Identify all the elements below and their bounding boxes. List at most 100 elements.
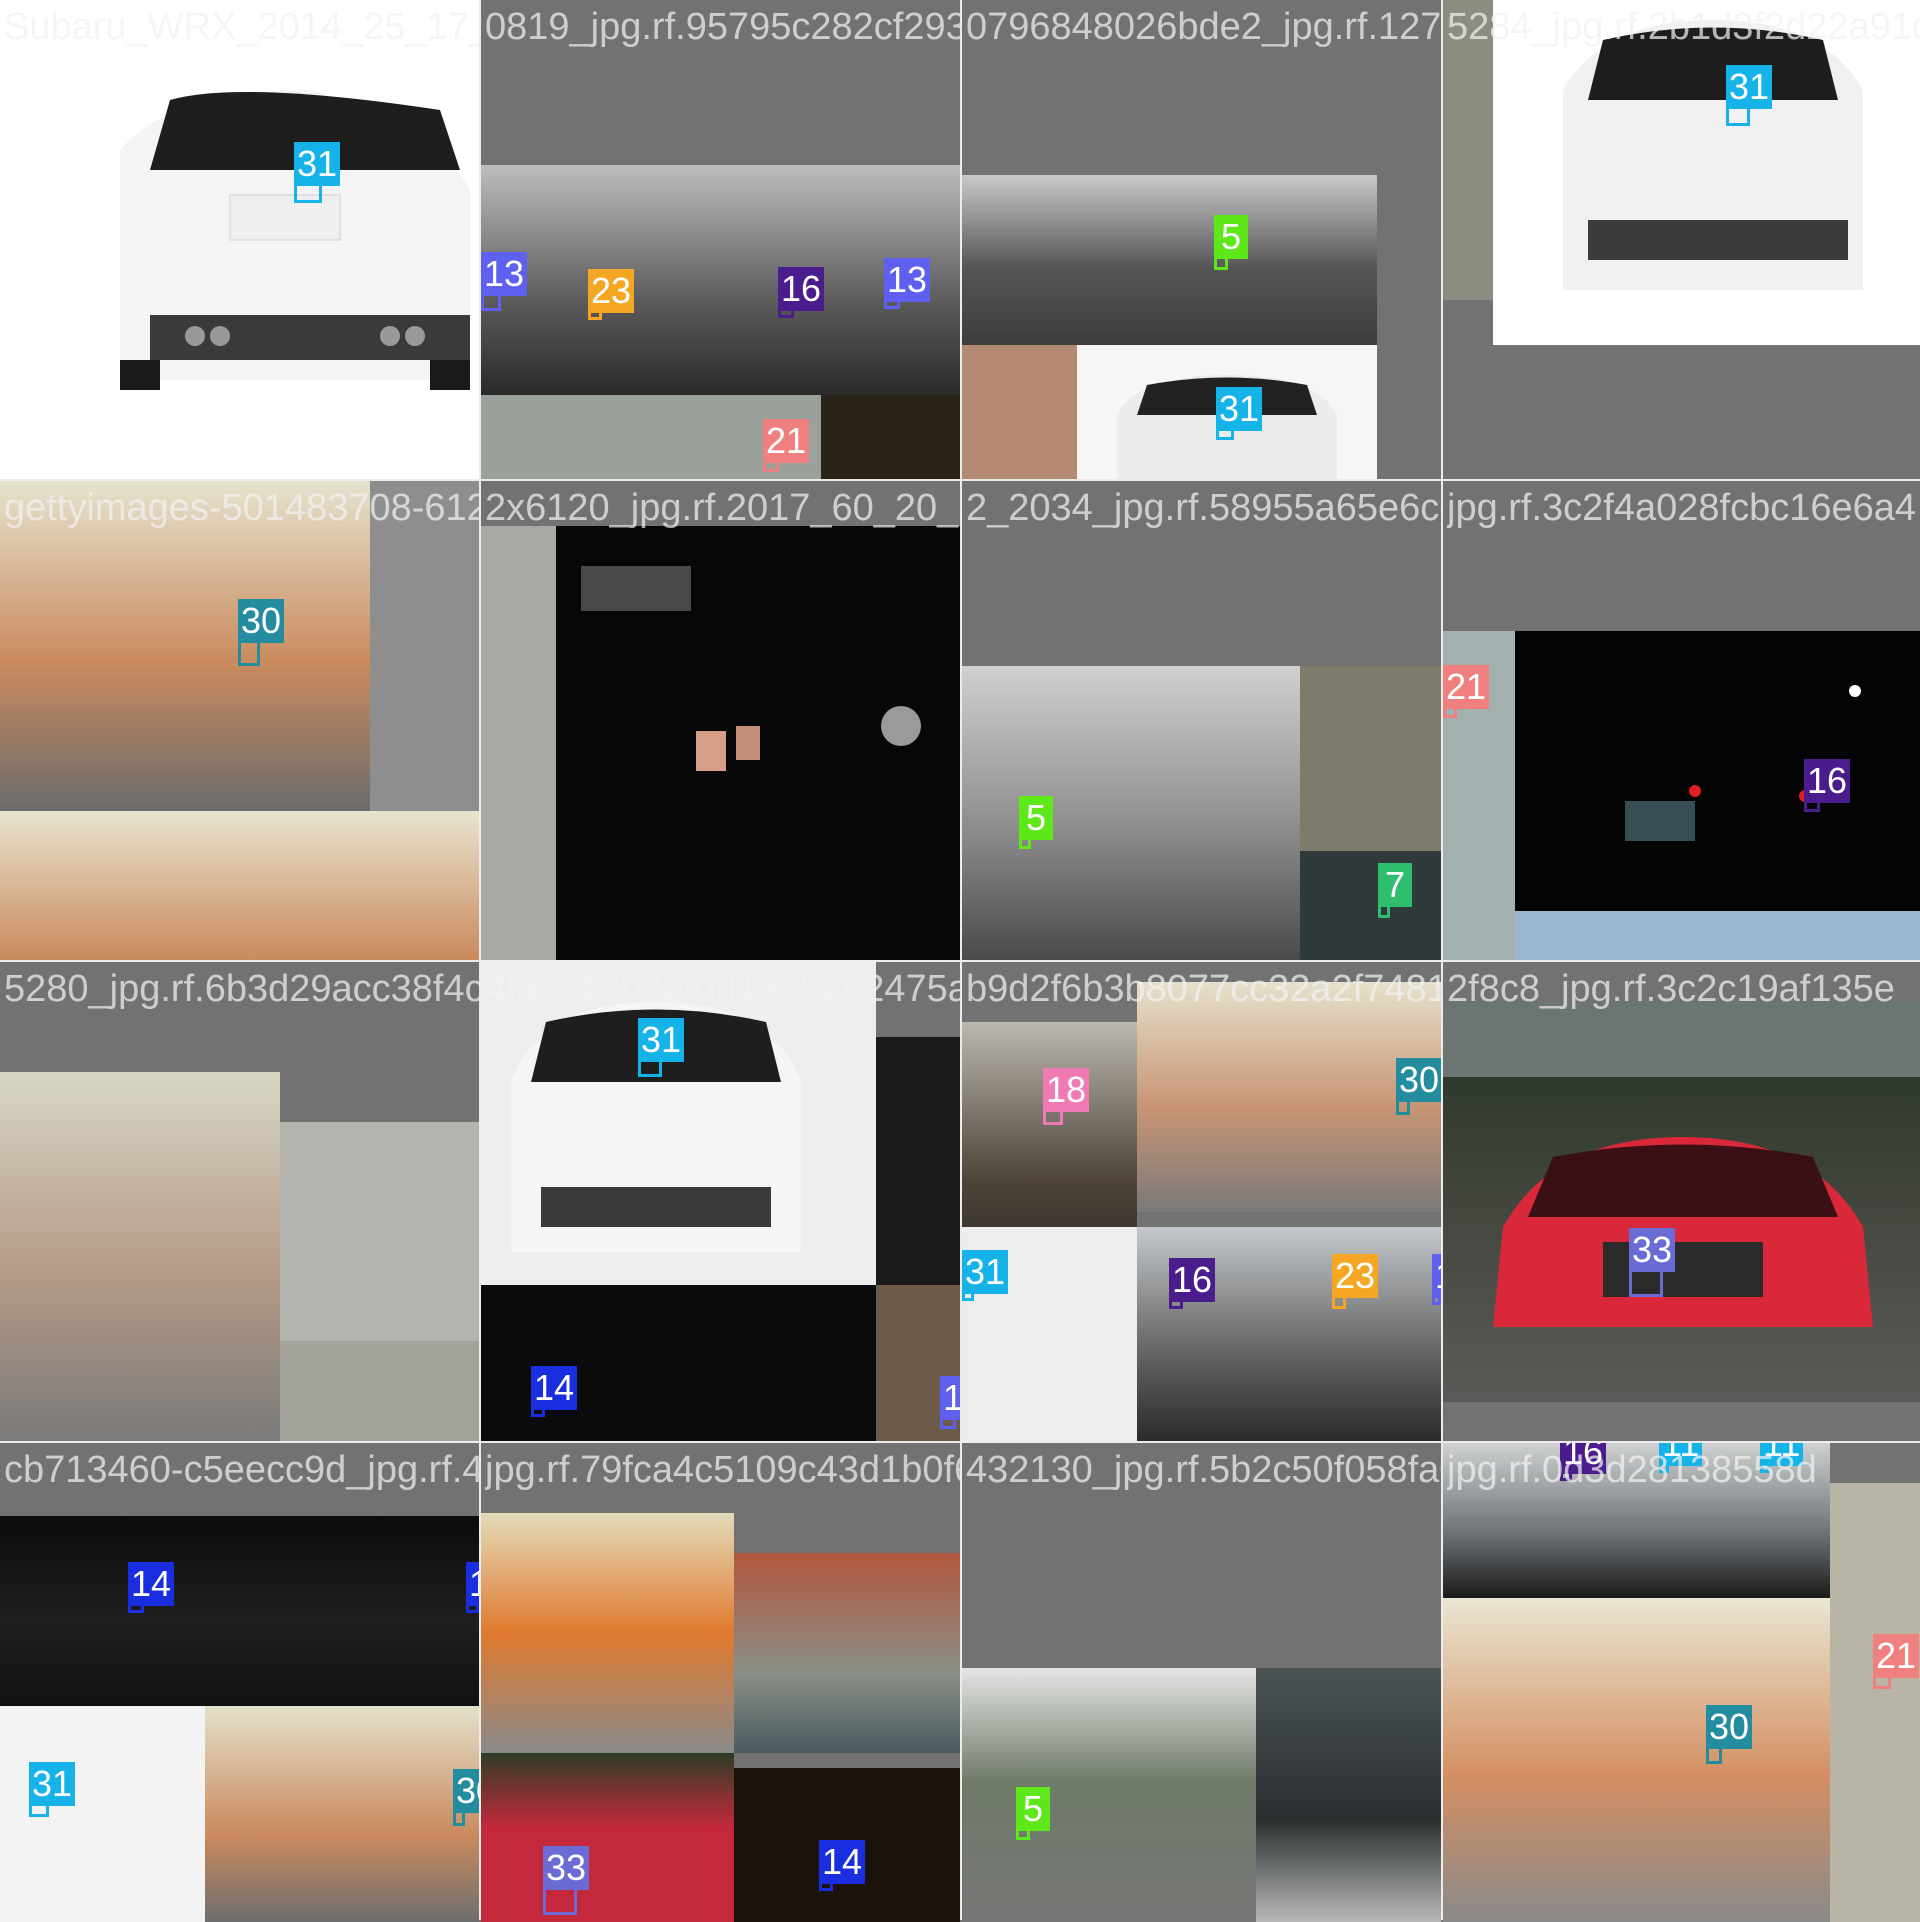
- detection-box: 5: [1016, 1787, 1050, 1840]
- detection-label: 16: [1169, 1258, 1216, 1302]
- night-traffic-image: [1625, 685, 1861, 841]
- mosaic-tile: 5 31 0796848026bde2_jpg.rf.1272f7c11d0d9…: [962, 0, 1441, 479]
- detection-box: 5: [1214, 215, 1248, 270]
- detection-label: 31: [29, 1762, 76, 1806]
- mosaic-tile: 16 11 11 30 21 jpg.rf.0d3d28138558d: [1443, 1443, 1920, 1922]
- detection-box: 13: [884, 258, 931, 309]
- detection-box: 11: [1760, 1443, 1804, 1473]
- detection-label: 11: [1760, 1443, 1804, 1466]
- detection-box: 13: [481, 252, 528, 311]
- detection-label: 14: [466, 1562, 479, 1606]
- detection-box: 14: [819, 1840, 866, 1891]
- scene-photo: [962, 666, 1300, 960]
- detection-label: 23: [1332, 1254, 1379, 1298]
- scene-photo: [370, 481, 479, 811]
- grid-divider: [0, 1441, 1920, 1443]
- detection-label: 5: [1016, 1787, 1050, 1831]
- red-sedan-front-image: [1493, 1137, 1873, 1327]
- detection-label: 30: [238, 599, 285, 643]
- scene-photo: [280, 1122, 479, 1341]
- detection-label: 31: [962, 1250, 1009, 1294]
- mosaic-tile: 31 Subaru_WRX_2014_25_17_290_25_4_f70_55…: [0, 0, 479, 479]
- mosaic-tile: 33 2f8c8_jpg.rf.3c2c19af135e: [1443, 962, 1920, 1441]
- detection-box: 30: [1706, 1705, 1753, 1764]
- detection-box: 13: [1432, 1254, 1441, 1305]
- detection-label: 21: [1443, 665, 1490, 709]
- detection-box: 16: [1560, 1443, 1607, 1481]
- detection-label: 5: [1019, 796, 1053, 840]
- scene-photo: [962, 1668, 1256, 1922]
- mosaic-tile: 31 14 13 4fa3c12b2bfdd19252e2475a: [481, 962, 960, 1441]
- scene-photo: [481, 1285, 876, 1441]
- detection-box: 31: [29, 1762, 76, 1817]
- mosaic-grid: 31 Subaru_WRX_2014_25_17_290_25_4_f70_55…: [0, 0, 1920, 1922]
- detection-box: 14: [531, 1366, 578, 1417]
- scene-photo: [962, 345, 1077, 479]
- detection-label: 30: [1706, 1705, 1753, 1749]
- detection-label: 31: [1216, 387, 1263, 431]
- scene-photo: [1515, 911, 1920, 960]
- scene-photo: [1493, 0, 1920, 345]
- scene-photo: [0, 0, 479, 479]
- detection-box: 31: [294, 142, 341, 203]
- detection-box: 31: [962, 1250, 1009, 1301]
- detection-box: 16: [1804, 759, 1851, 812]
- detection-box: 21: [763, 419, 810, 472]
- scene-photo: [280, 1341, 479, 1441]
- detection-box: 14: [128, 1562, 175, 1613]
- detection-box: 18: [1043, 1068, 1090, 1125]
- detection-label: 13: [884, 258, 931, 302]
- detection-label: 13: [940, 1376, 960, 1420]
- tile-filename: 432130_jpg.rf.5b2c50f058fa0e5f5695e00d: [966, 1449, 1441, 1491]
- detection-label: 33: [543, 1846, 590, 1890]
- tile-filename: 2_2034_jpg.rf.58955a65e6cddf20569f02ff10…: [966, 487, 1441, 529]
- mosaic-tile: 31 5284_jpg.rf.2b1d3f2d22a91d226af5: [1443, 0, 1920, 479]
- scene-photo: [0, 481, 370, 811]
- detection-label: 13: [1432, 1254, 1441, 1298]
- detection-box: 33: [1629, 1228, 1676, 1297]
- scene-photo: [876, 1037, 960, 1285]
- mosaic-tile: 14 14 31 30 cb713460-c5eecc9d_jpg.rf.472…: [0, 1443, 479, 1922]
- scene-photo: [481, 1753, 734, 1922]
- mosaic-tile: 33 14 jpg.rf.79fca4c5109c43d1b0f6651b5b2: [481, 1443, 960, 1922]
- scene-photo: [1443, 1002, 1920, 1077]
- detection-box: 7: [1378, 863, 1412, 918]
- scene-photo: [481, 526, 556, 960]
- detection-box: 30: [238, 599, 285, 666]
- tile-filename: 0819_jpg.rf.95795c282cf29307f91e2a2c26fa…: [485, 6, 960, 48]
- detection-box: 31: [1216, 387, 1263, 440]
- detection-label: 31: [1726, 65, 1773, 109]
- scene-photo: [0, 1072, 280, 1441]
- tile-filename: jpg.rf.79fca4c5109c43d1b0f6651b5b2: [485, 1449, 960, 1491]
- scene-photo: [1443, 1598, 1830, 1922]
- scene-photo: [205, 1706, 479, 1922]
- scene-photo: [481, 1513, 734, 1753]
- detection-box: 30: [453, 1769, 479, 1826]
- detection-label: 14: [531, 1366, 578, 1410]
- tile-filename: cb713460-c5eecc9d_jpg.rf.47262781c0cf795…: [4, 1449, 479, 1491]
- mosaic-tile: 5 432130_jpg.rf.5b2c50f058fa0e5f5695e00d: [962, 1443, 1441, 1922]
- detection-label: 33: [1629, 1228, 1676, 1272]
- scene-photo: [1443, 1077, 1920, 1402]
- grid-divider: [0, 479, 1920, 481]
- detection-label: 31: [294, 142, 341, 186]
- mosaic-tile: 5 7 2_2034_jpg.rf.58955a65e6cddf20569f02…: [962, 481, 1441, 960]
- mosaic-tile: 30 gettyimages-501483708-612x612_jpg.rf.…: [0, 481, 479, 960]
- detection-box: 14: [466, 1562, 479, 1613]
- white-hatchback-rear-image: [1563, 20, 1863, 290]
- scene-photo: [734, 1553, 960, 1753]
- tile-filename: jpg.rf.3c2f4a028fcbc16e6a4: [1447, 487, 1917, 529]
- mosaic-tile: 13 23 16 13 21 0819_jpg.rf.95795c282cf29…: [481, 0, 960, 479]
- scene-photo: [1443, 1443, 1830, 1598]
- tile-filename: 0796848026bde2_jpg.rf.1272f7c11d0d9d90d9…: [966, 6, 1441, 48]
- detection-box: 16: [778, 267, 825, 318]
- detection-box: 16: [1169, 1258, 1216, 1309]
- detection-label: 14: [819, 1840, 866, 1884]
- white-hatchback-rear-image: [120, 90, 470, 390]
- scene-photo: [1443, 0, 1493, 300]
- detection-box: 5: [1019, 796, 1053, 849]
- scene-photo: [0, 811, 479, 960]
- night-road-image: [581, 566, 921, 771]
- scene-photo: [1256, 1668, 1441, 1922]
- detection-label: 18: [1043, 1068, 1090, 1112]
